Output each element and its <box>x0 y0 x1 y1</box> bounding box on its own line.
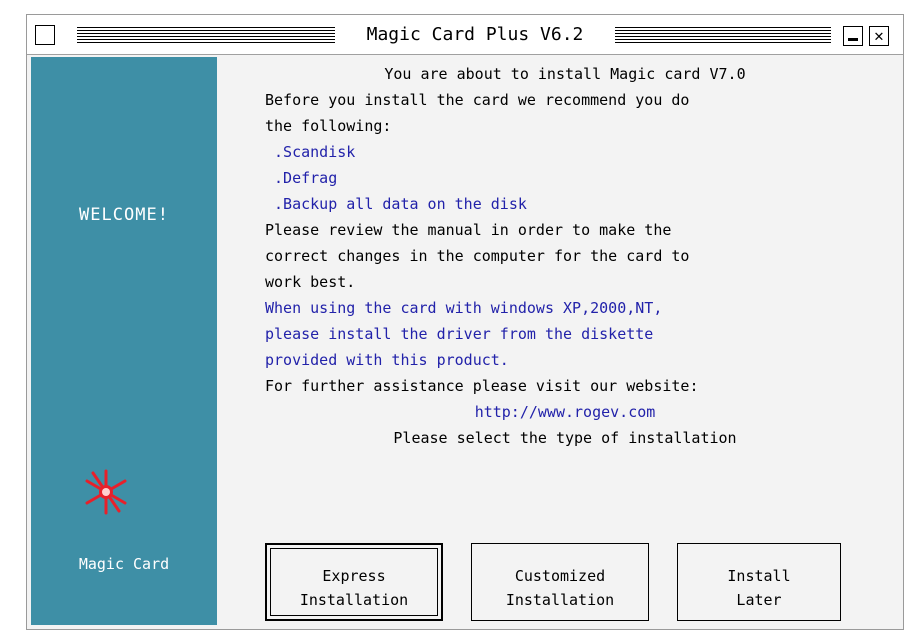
brand-label: Magic Card <box>78 555 170 573</box>
minimize-icon <box>848 38 858 41</box>
text-line: the following: <box>265 117 392 135</box>
driver-note: When using the card with windows XP,2000… <box>265 299 663 317</box>
text-line: correct changes in the computer for the … <box>265 247 690 265</box>
express-installation-button[interactable]: Express Installation <box>265 543 443 621</box>
customized-installation-button[interactable]: Customized Installation <box>471 543 649 621</box>
text-line: You are about to install Magic card V7.0 <box>384 65 746 83</box>
red-star-icon <box>85 469 127 515</box>
text-line: Before you install the card we recommend… <box>265 91 690 109</box>
selection-prompt: Please select the type of installation <box>393 429 737 447</box>
instructions-text: You are about to install Magic card V7.0… <box>265 61 865 451</box>
button-label: Customized <box>514 567 606 585</box>
title-stripes-right <box>615 27 831 43</box>
website-link[interactable]: http://www.rogev.com <box>265 399 865 425</box>
button-label: Install <box>727 567 791 585</box>
close-button[interactable]: ✕ <box>869 26 889 46</box>
welcome-label: WELCOME! <box>79 205 169 225</box>
sidebar-panel: WELCOME! Magic Card <box>31 57 217 625</box>
text-line: work best. <box>265 273 356 291</box>
title-bar[interactable]: Magic Card Plus V6.2 ✕ <box>27 15 903 55</box>
system-menu-box[interactable] <box>35 25 55 45</box>
step-backup: .Backup all data on the disk <box>265 195 527 213</box>
step-scandisk: .Scandisk <box>265 143 356 161</box>
text-line: Please review the manual in order to mak… <box>265 221 672 239</box>
title-stripes-left <box>77 27 335 43</box>
step-defrag: .Defrag <box>265 169 338 187</box>
button-label: Express <box>322 567 386 585</box>
minimize-button[interactable] <box>843 26 863 46</box>
button-label: Installation <box>299 591 409 609</box>
close-icon: ✕ <box>874 26 884 45</box>
install-later-button[interactable]: Install Later <box>677 543 841 621</box>
window-title: Magic Card Plus V6.2 <box>366 24 584 45</box>
button-label: Later <box>736 591 782 609</box>
text-line: For further assistance please visit our … <box>265 377 699 395</box>
driver-note: provided with this product. <box>265 351 509 369</box>
button-label: Installation <box>505 591 615 609</box>
installer-window: Magic Card Plus V6.2 ✕ WELCOME! Magic Ca… <box>26 14 904 630</box>
driver-note: please install the driver from the diske… <box>265 325 654 343</box>
